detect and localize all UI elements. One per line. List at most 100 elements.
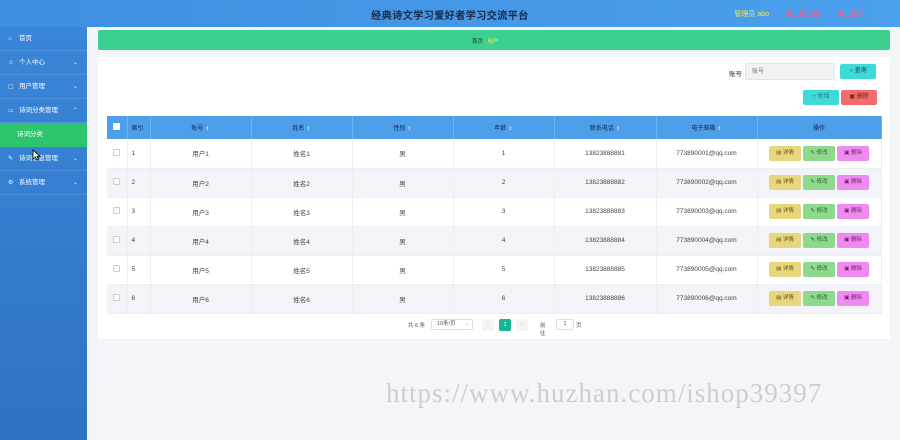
cell-age: 2 bbox=[453, 168, 555, 198]
sidebar-item-profile[interactable]: ☺ 个人中心 ⌄ bbox=[0, 51, 87, 75]
edit-button[interactable]: ✎ 修改 bbox=[803, 233, 835, 248]
delete-button[interactable]: ▣ 删除 bbox=[837, 204, 869, 219]
cell-email: 773890006@qq.com bbox=[656, 284, 758, 314]
search-button[interactable]: ○ 查询 bbox=[840, 64, 876, 79]
search-input[interactable] bbox=[745, 63, 835, 80]
cell-name: 姓名5 bbox=[251, 255, 353, 285]
edit-button[interactable]: ✎ 修改 bbox=[803, 291, 835, 306]
delete-button[interactable]: ▣ 删除 bbox=[837, 291, 869, 306]
chevron-down-icon: ⌄ bbox=[464, 321, 469, 327]
table-header-row: 索引 账号 ⇕ 姓名 ⇕ 性别 ⇕ 年龄 ⇕ 联系电话 ⇕ 电子邮箱 ⇕ 操作 bbox=[107, 116, 882, 139]
sort-icon[interactable]: ⇕ bbox=[616, 126, 620, 132]
page-number-button[interactable]: 1 bbox=[499, 319, 511, 331]
sort-icon[interactable]: ⇕ bbox=[306, 126, 310, 132]
next-page-button[interactable]: › bbox=[516, 319, 528, 331]
cell-name: 姓名3 bbox=[251, 197, 353, 227]
row-select-cell[interactable] bbox=[107, 139, 128, 169]
cell-actions: ▤ 详情 ✎ 修改 ▣ 删除 bbox=[757, 168, 882, 198]
column-header-phone[interactable]: 联系电话 ⇕ bbox=[554, 116, 657, 139]
sort-icon[interactable]: ⇕ bbox=[508, 126, 512, 132]
file-icon: ▤ bbox=[776, 295, 782, 301]
chevron-down-icon: ⌄ bbox=[72, 84, 78, 90]
row-checkbox[interactable] bbox=[113, 207, 121, 214]
column-header-account[interactable]: 账号 ⇕ bbox=[150, 116, 252, 139]
logout-link[interactable]: 退出登录 bbox=[837, 9, 865, 19]
folder-icon: ▭ bbox=[8, 108, 14, 114]
pagination-total: 共 6 条 bbox=[408, 323, 426, 329]
row-select-cell[interactable] bbox=[107, 255, 128, 285]
trash-icon: ▣ bbox=[844, 208, 850, 214]
cell-actions: ▤ 详情 ✎ 修改 ▣ 删除 bbox=[757, 284, 882, 314]
detail-button[interactable]: ▤ 详情 bbox=[769, 233, 801, 248]
row-checkbox[interactable] bbox=[113, 236, 121, 243]
column-header-age[interactable]: 年龄 ⇕ bbox=[453, 116, 555, 139]
chevron-right-icon: › bbox=[521, 322, 523, 328]
cell-age: 6 bbox=[453, 284, 555, 314]
edit-button[interactable]: ✎ 修改 bbox=[803, 262, 835, 277]
cell-name: 姓名1 bbox=[251, 139, 353, 169]
sort-icon[interactable]: ⇕ bbox=[407, 126, 411, 132]
chevron-left-icon: ‹ bbox=[487, 322, 489, 328]
cell-phone: 13823888883 bbox=[554, 197, 657, 227]
column-header-gender[interactable]: 性别 ⇕ bbox=[352, 116, 454, 139]
column-header-name[interactable]: 姓名 ⇕ bbox=[251, 116, 353, 139]
sidebar-item-poem-mgmt[interactable]: ✎诗词信息管理 ⌄ bbox=[0, 147, 87, 171]
delete-button[interactable]: ▣ 删除 bbox=[837, 175, 869, 190]
detail-button[interactable]: ▤ 详情 bbox=[769, 175, 801, 190]
file-icon: ▤ bbox=[776, 208, 782, 214]
sort-icon[interactable]: ⇕ bbox=[717, 126, 721, 132]
cell-age: 5 bbox=[453, 255, 555, 285]
chevron-down-icon: ⌄ bbox=[72, 180, 78, 186]
edit-button[interactable]: ✎ 修改 bbox=[803, 175, 835, 190]
breadcrumb-home[interactable]: 首页 bbox=[472, 39, 483, 45]
goto-page-input[interactable]: 1 bbox=[556, 319, 574, 330]
detail-button[interactable]: ▤ 详情 bbox=[769, 291, 801, 306]
cell-gender: 男 bbox=[352, 197, 454, 227]
row-checkbox[interactable] bbox=[113, 148, 121, 156]
edit-icon: ✎ bbox=[810, 149, 816, 156]
cell-gender: 男 bbox=[352, 284, 454, 314]
cell-account: 用户4 bbox=[150, 226, 252, 256]
delete-button[interactable]: ▣ 删除 bbox=[837, 233, 869, 248]
sidebar-item-system[interactable]: ⚙ 系统管理 ⌄ bbox=[0, 171, 87, 195]
table-row: 5 用户5 姓名5 男 5 13823888885 773890005@qq.com ▤ 详情… bbox=[107, 255, 882, 285]
detail-button[interactable]: ▤ 详情 bbox=[769, 262, 801, 277]
page-size-select[interactable]: 10条/页 ⌄ bbox=[431, 319, 473, 330]
row-checkbox[interactable] bbox=[113, 294, 121, 301]
edit-icon: ✎ bbox=[810, 208, 816, 214]
delete-button[interactable]: ▣ 删除 bbox=[837, 145, 869, 161]
cell-name: 姓名6 bbox=[251, 284, 353, 314]
trash-icon: ▣ bbox=[844, 179, 850, 185]
detail-button[interactable]: ▤ 详情 bbox=[769, 204, 801, 219]
row-select-cell[interactable] bbox=[107, 197, 128, 227]
cell-age: 3 bbox=[453, 197, 555, 227]
sidebar-item-users[interactable]: ▢ 用户管理 ⌄ bbox=[0, 75, 87, 99]
column-header-email[interactable]: 电子邮箱 ⇕ bbox=[656, 116, 758, 139]
home-icon: ⌂ bbox=[8, 36, 12, 42]
batch-delete-button[interactable]: ▣ 删除 bbox=[841, 90, 877, 105]
add-button[interactable]: + 新增 bbox=[803, 90, 839, 105]
row-select-cell[interactable] bbox=[107, 284, 128, 314]
file-icon: ▤ bbox=[776, 237, 782, 243]
edit-button[interactable]: ✎ 修改 bbox=[803, 145, 835, 161]
row-checkbox[interactable] bbox=[113, 265, 121, 272]
row-select-cell[interactable] bbox=[107, 226, 128, 256]
cell-index: 2 bbox=[127, 168, 151, 198]
sidebar-subitem-category[interactable]: 诗词分类 bbox=[0, 123, 87, 147]
select-all-checkbox[interactable] bbox=[113, 123, 121, 130]
select-all-header[interactable] bbox=[107, 116, 128, 139]
front-link[interactable]: 退出到前台 bbox=[785, 9, 820, 19]
detail-button[interactable]: ▤ 详情 bbox=[769, 145, 801, 161]
cell-actions: ▤ 详情 ✎ 修改 ▣ 删除 bbox=[757, 226, 882, 256]
sidebar-item-category-mgmt[interactable]: ▭ 诗词分类管理 ⌃ bbox=[0, 99, 87, 123]
sidebar-item-home[interactable]: ⌂ 首页 bbox=[0, 27, 87, 51]
cell-phone: 13823888881 bbox=[554, 139, 657, 169]
cell-actions: ▤ 详情 ✎ 修改 ▣ 删除 bbox=[757, 197, 882, 227]
edit-button[interactable]: ✎ 修改 bbox=[803, 204, 835, 219]
file-icon: ▤ bbox=[776, 266, 782, 272]
prev-page-button[interactable]: ‹ bbox=[482, 319, 494, 331]
sort-icon[interactable]: ⇕ bbox=[205, 126, 209, 132]
row-select-cell[interactable] bbox=[107, 168, 128, 198]
row-checkbox[interactable] bbox=[113, 178, 121, 185]
delete-button[interactable]: ▣ 删除 bbox=[837, 262, 869, 277]
